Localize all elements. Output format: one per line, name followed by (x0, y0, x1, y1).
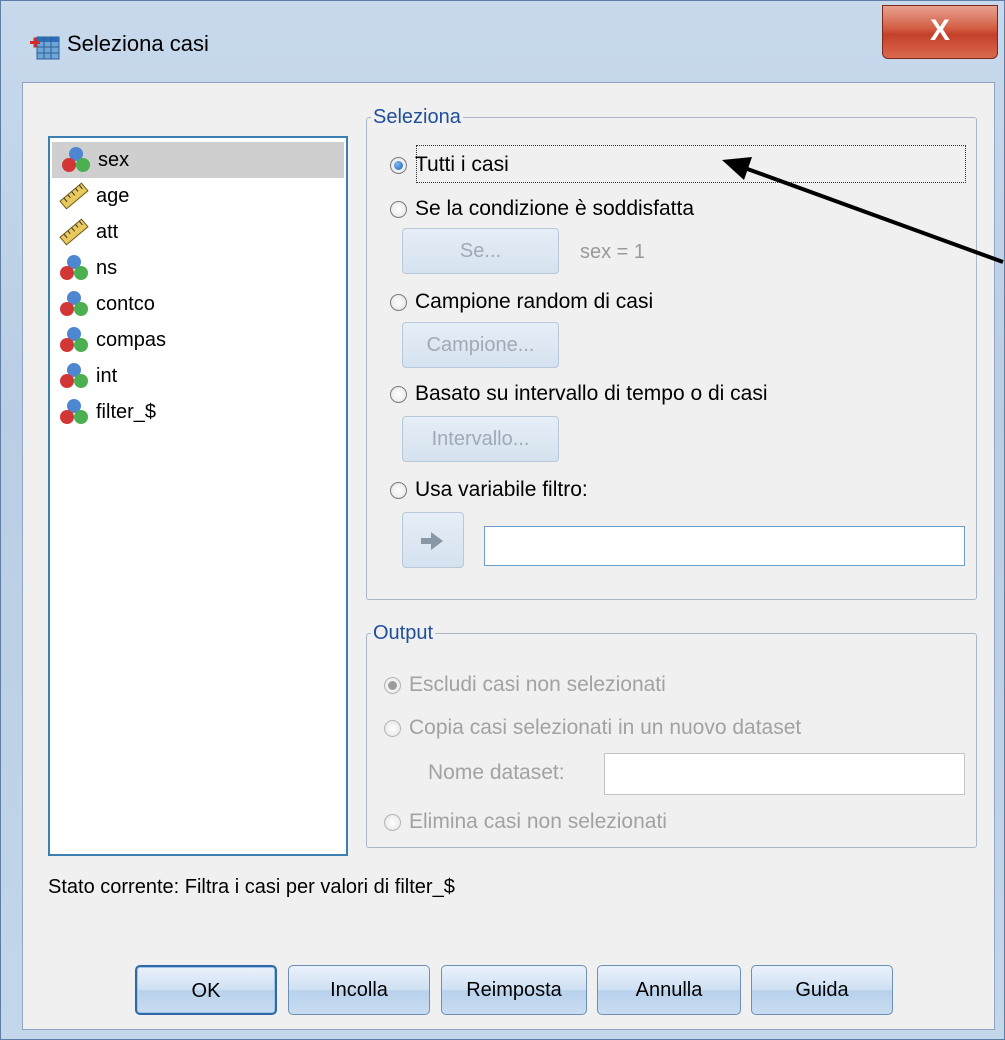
filter-variable-field[interactable] (484, 526, 965, 566)
radio-button[interactable] (390, 293, 407, 311)
if-button[interactable]: Se... (402, 228, 559, 274)
variable-item-compas[interactable]: compas (50, 322, 346, 358)
radio-all-cases[interactable]: Tutti i casi (390, 153, 509, 177)
variable-label: att (96, 220, 119, 243)
radio-label: Se la condizione è soddisfatta (415, 197, 695, 220)
variable-item-int[interactable]: int (50, 358, 346, 394)
variable-label: filter_$ (96, 400, 157, 423)
variable-label: int (96, 364, 118, 387)
variable-item-age[interactable]: age (50, 178, 346, 214)
scale-variable-icon (59, 182, 89, 210)
nominal-variable-icon (62, 147, 90, 172)
radio-label: Elimina casi non selezionati (409, 810, 667, 833)
scale-variable-icon (59, 218, 89, 246)
dataset-name-field[interactable] (604, 753, 965, 795)
radio-time-range[interactable]: Basato su intervallo di tempo o di casi (390, 382, 768, 406)
radio-filter-variable[interactable]: Usa variabile filtro: (390, 478, 588, 502)
radio-random-sample[interactable]: Campione random di casi (390, 290, 653, 314)
radio-if-condition[interactable]: Se la condizione è soddisfatta (390, 197, 694, 221)
output-group-legend: Output (373, 622, 434, 644)
variable-label: sex (98, 148, 130, 171)
radio-label: Tutti i casi (415, 153, 509, 176)
radio-copy-selected[interactable]: Copia casi selezionati in un nuovo datas… (384, 716, 801, 740)
cancel-button[interactable]: Annulla (597, 965, 741, 1015)
radio-button[interactable] (390, 200, 407, 218)
radio-label: Copia casi selezionati in un nuovo datas… (409, 716, 802, 739)
ok-button[interactable]: OK (135, 965, 277, 1015)
select-group-legend: Seleziona (373, 106, 461, 128)
paste-button[interactable]: Incolla (288, 965, 430, 1015)
variable-label: ns (96, 256, 118, 279)
variable-list[interactable]: sex age att ns contco compas int filter_… (48, 136, 348, 856)
radio-label: Campione random di casi (415, 290, 654, 313)
radio-label: Usa variabile filtro: (415, 478, 588, 501)
variable-item-att[interactable]: att (50, 214, 346, 250)
radio-button[interactable] (384, 676, 401, 694)
radio-delete-unselected[interactable]: Elimina casi non selezionati (384, 810, 667, 834)
variable-item-filter[interactable]: filter_$ (50, 394, 346, 430)
reset-button[interactable]: Reimposta (441, 965, 587, 1015)
variable-item-sex[interactable]: sex (52, 142, 344, 178)
variable-label: age (96, 184, 130, 207)
variable-label: contco (96, 292, 155, 315)
variable-label: compas (96, 328, 167, 351)
title-bar: Seleziona casi X (1, 1, 1004, 83)
condition-text: sex = 1 (580, 241, 646, 263)
variable-item-ns[interactable]: ns (50, 250, 346, 286)
range-button[interactable]: Intervallo... (402, 416, 559, 462)
help-button[interactable]: Guida (751, 965, 893, 1015)
radio-button[interactable] (390, 481, 407, 499)
nominal-variable-icon (60, 399, 88, 424)
move-variable-button[interactable] (402, 512, 464, 568)
radio-button[interactable] (390, 385, 407, 403)
sample-button[interactable]: Campione... (402, 322, 559, 368)
dataset-name-label: Nome dataset: (428, 761, 565, 784)
nominal-variable-icon (60, 363, 88, 388)
radio-label: Escludi casi non selezionati (409, 673, 666, 696)
nominal-variable-icon (60, 291, 88, 316)
radio-exclude-unselected[interactable]: Escludi casi non selezionati (384, 673, 666, 697)
radio-label: Basato su intervallo di tempo o di casi (415, 382, 768, 405)
window-title: Seleziona casi (67, 31, 209, 56)
status-text: Stato corrente: Filtra i casi per valori… (48, 876, 455, 898)
variable-item-contco[interactable]: contco (50, 286, 346, 322)
nominal-variable-icon (60, 255, 88, 280)
select-cases-icon (30, 36, 60, 60)
nominal-variable-icon (60, 327, 88, 352)
radio-button[interactable] (384, 719, 401, 737)
radio-button[interactable] (390, 156, 407, 174)
arrow-right-icon (421, 532, 443, 550)
radio-button[interactable] (384, 813, 401, 831)
close-button[interactable]: X (882, 5, 998, 59)
